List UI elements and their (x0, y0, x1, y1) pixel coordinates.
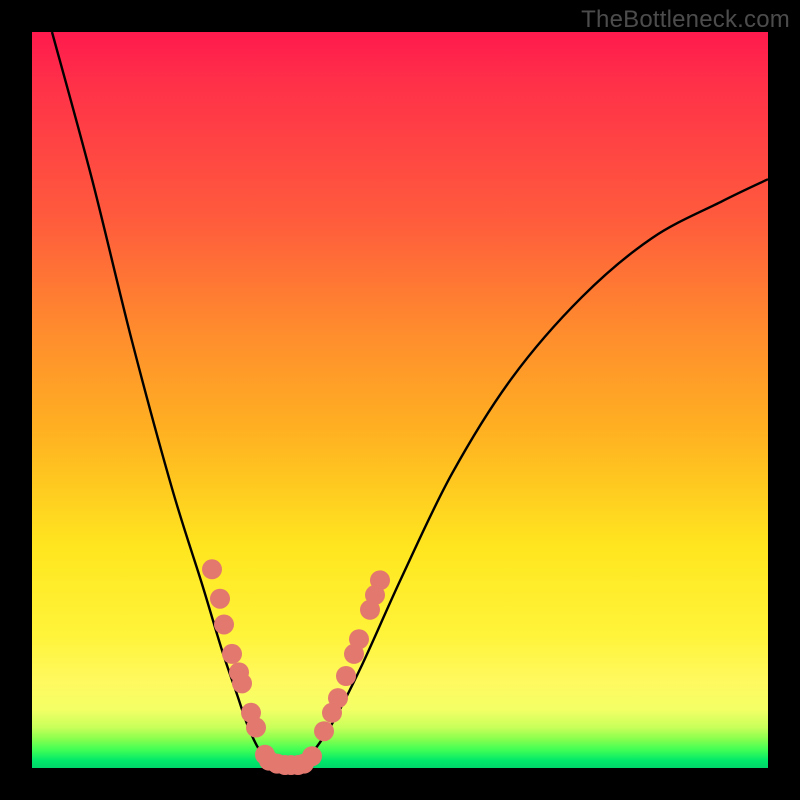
dot (202, 559, 222, 579)
chart-frame: TheBottleneck.com (0, 0, 800, 800)
dot (302, 746, 322, 766)
bottleneck-curve (52, 32, 768, 766)
dot (210, 589, 230, 609)
dot (232, 673, 252, 693)
dot (246, 718, 266, 738)
dot (370, 570, 390, 590)
dot (314, 721, 334, 741)
watermark-text: TheBottleneck.com (581, 6, 790, 34)
curve-layer (32, 32, 768, 768)
dot (222, 644, 242, 664)
dot (328, 688, 348, 708)
dot (336, 666, 356, 686)
dot (214, 614, 234, 634)
dot (349, 629, 369, 649)
